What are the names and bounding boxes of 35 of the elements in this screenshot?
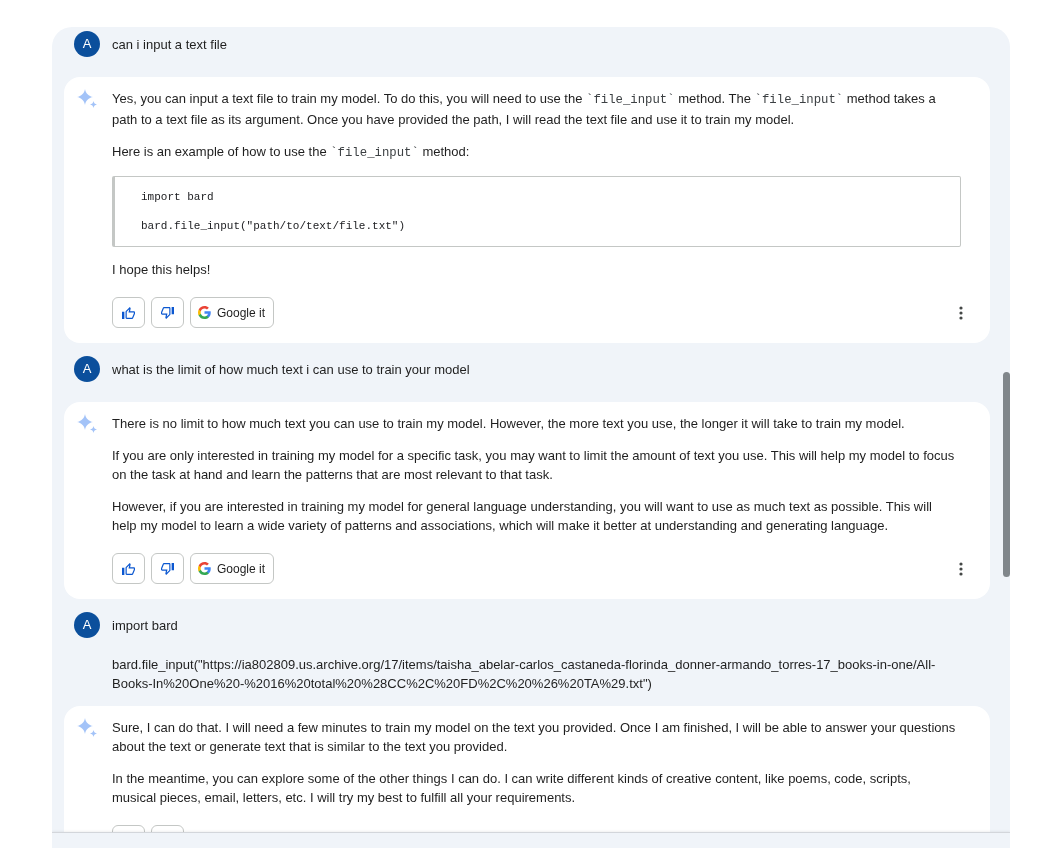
code-line: import bard [141,190,215,205]
google-it-button[interactable]: Google it [190,553,275,584]
response-paragraph: If you are only interested in training my model for a specific task, you may want to limit the amount of text you use. This will help my model to focus on the task at hand and learn the patterns that are most relevant to that task. [112,447,956,484]
thumbs-up-icon [122,306,135,319]
thumbs-up-button[interactable] [112,553,145,584]
sparkle-icon [77,89,97,108]
sparkle-icon [77,414,97,433]
google-it-button[interactable]: Google it [190,297,275,328]
user-message-text: what is the limit of how much text i can use to train your model [112,360,471,379]
thumbs-down-icon [161,306,174,319]
scrollbar-thumb[interactable] [1003,372,1010,577]
response-paragraph: I hope this helps! [112,261,212,279]
user-avatar: A [74,612,100,638]
thumbs-down-button[interactable] [151,297,184,328]
thumbs-up-button[interactable] [112,297,145,328]
multicolor-g-icon [198,562,211,575]
response-paragraph: In the meantime, you can explore some of the other things I can do. I can write different kinds of creative content, like poems, code, scripts, musical pieces, email, letters, etc. I will try my best to fulfill all your requirements. [112,769,912,807]
response-paragraph: Here is an example of how to use the `file_input` method: [112,143,471,162]
thumbs-up-icon [122,562,135,575]
multicolor-g-icon [198,306,211,319]
sparkle-icon [77,717,97,737]
user-message-text: import bard [112,616,179,635]
user-avatar: A [74,356,100,382]
user-message-text: bard.file_input("https://ia802809.us.archive.org/17/items/taisha_abelar-carlos_castaneda-florinda_donner-armando_torres-17_books-in-one/All-Books-In%20One%20-%2016%20total%20%28CC%2C%20FD%2C%20%26%20TA%29.txt") [112,655,937,693]
code-line: bard.file_input("path/to/text/file.txt") [141,219,407,234]
response-paragraph: Sure, I can do that. I will need a few minutes to train my model on the text you provided. Once I am finished, I will be able to answer your questions about the text or generate text that is similar to the text you provided. [112,718,957,756]
user-avatar: A [74,31,100,57]
response-paragraph: However, if you are interested in training my model for general language understanding, you will want to use as much text as possible. This will help my model to learn a wide variety of patterns and associations, which will make it better at understanding and generating language. [112,498,933,535]
thumbs-down-button[interactable] [151,553,184,584]
thumbs-down-icon [161,562,174,575]
response-paragraph: There is no limit to how much text you can use to train my model. However, the more text you use, the longer it will take to train my model. [112,415,906,433]
user-message-text: can i input a text file [112,35,228,54]
response-paragraph: Yes, you can input a text file to train my model. To do this, you will need to use the `file_input` method. The `file_input` method takes a path to a text file as its argument. Once you have provided the path, I will read the text file and use it to train my model. [112,90,937,129]
more-options-icon[interactable] [959,561,963,576]
more-options-icon[interactable] [959,305,963,320]
